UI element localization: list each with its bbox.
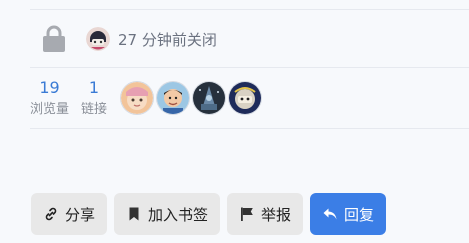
topic-actions: 分享 加入书签 举报 回复 <box>31 193 393 235</box>
views-count: 19 <box>39 78 60 97</box>
divider-top <box>30 9 469 10</box>
links-count: 1 <box>88 78 100 97</box>
topic-stats: 19 浏览量 1 链接 <box>30 78 265 120</box>
participant-avatars <box>121 82 265 114</box>
reply-label: 回复 <box>344 205 375 224</box>
reply-icon <box>322 206 338 222</box>
bookmark-button[interactable]: 加入书签 <box>114 193 221 235</box>
closed-time-text: 27 分钟前关闭 <box>118 30 217 49</box>
reply-button[interactable]: 回复 <box>310 193 387 235</box>
topic-closed-row: 27 分钟前关闭 <box>42 24 217 54</box>
bookmark-label: 加入书签 <box>148 205 209 224</box>
flag-button[interactable]: 举报 <box>227 193 304 235</box>
flag-label: 举报 <box>261 205 292 224</box>
share-button[interactable]: 分享 <box>31 193 108 235</box>
participant-avatar[interactable] <box>229 82 262 114</box>
divider-bottom <box>30 128 469 129</box>
divider-middle <box>30 67 469 68</box>
flag-icon <box>239 206 255 222</box>
views-stat: 19 浏览量 <box>30 78 69 120</box>
links-label: 链接 <box>81 102 108 117</box>
bookmark-icon <box>126 206 142 222</box>
links-stat[interactable]: 1 链接 <box>81 78 107 120</box>
link-icon <box>43 206 59 222</box>
participant-avatar[interactable] <box>193 82 226 114</box>
closer-avatar[interactable] <box>86 27 110 51</box>
participant-avatar[interactable] <box>121 82 154 114</box>
participant-avatar[interactable] <box>157 82 190 114</box>
share-label: 分享 <box>65 205 96 224</box>
lock-icon <box>42 24 66 54</box>
views-label: 浏览量 <box>30 102 70 117</box>
